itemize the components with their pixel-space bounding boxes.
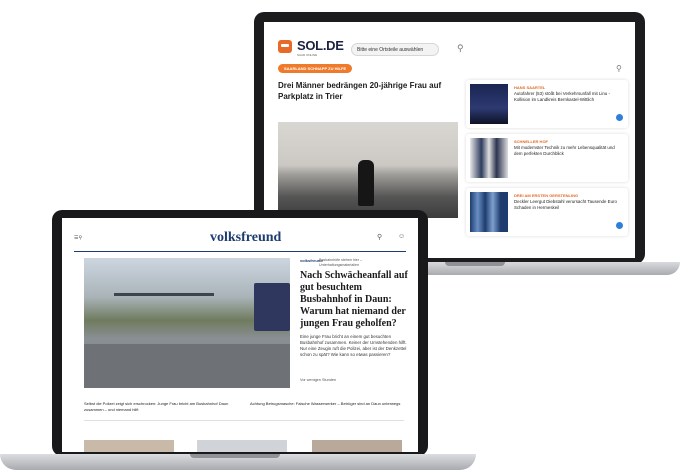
teaser-thumbnail[interactable] [197, 440, 287, 452]
sub-article-right[interactable]: Achtung Betrugsmasche: Falsche Wasserwer… [250, 401, 405, 407]
region-select[interactable]: Bitte eine Ortsteile auswählen [351, 43, 439, 56]
base-notch [190, 454, 280, 458]
location-pin-icon[interactable]: ⚲ [377, 233, 382, 241]
vf-kicker-sub: Busbahnhöfe stehen hier – Unterhaltungsm… [319, 258, 362, 267]
sol-headline[interactable]: Drei Männer bedrängen 20-jährige Frau au… [278, 80, 458, 102]
section-badge[interactable]: SAARLAND SCHNAPP ZU HILFE [278, 64, 353, 73]
vf-timestamp: Vor wenigen Stunden [300, 378, 337, 382]
teaser-thumbnail[interactable] [84, 440, 174, 452]
sol-hero-image[interactable] [278, 122, 458, 218]
road-area [84, 344, 290, 388]
card-arrow-icon[interactable] [616, 114, 623, 121]
walking-person-figure [358, 160, 374, 206]
card-thumbnail [470, 192, 508, 232]
vf-headline[interactable]: Nach Schwächeanfall auf gut besuchtem Bu… [300, 270, 416, 330]
card-kicker: HANS SAARTEL [514, 85, 546, 90]
card-text: Autofahrer (53) stößt bei Verkehrsunfall… [514, 91, 610, 102]
card-text: Mit modernster Technik zu mehr Lebensqua… [514, 145, 615, 156]
search-icon[interactable]: ⚲ [457, 43, 464, 54]
card-thumbnail [470, 138, 508, 178]
news-card[interactable]: HANS SAARTEL Autofahrer (53) stößt bei V… [466, 80, 628, 128]
news-card[interactable]: DREI AM ERSTEN GERSTENLING Deckler Leerg… [466, 188, 628, 236]
menu-search-icon[interactable]: ☰⚲ [74, 235, 82, 241]
page: { "sol": { "brand": "SOL.DE", "brand_sub… [0, 0, 680, 470]
card-arrow-icon[interactable] [616, 222, 623, 229]
card-kicker: DREI AM ERSTEN GERSTENLING [514, 193, 579, 198]
sol-brand[interactable]: SOL.DE [297, 38, 344, 53]
section-divider [84, 420, 404, 421]
user-icon[interactable]: ☺ [398, 233, 405, 240]
bus-figure [254, 283, 290, 331]
vf-brand[interactable]: volksfreund [210, 230, 281, 246]
sub-article-left[interactable]: Selbst die Polizei zeigt sich erschrocke… [84, 401, 239, 412]
news-card[interactable]: SCHNELLER HOF Mit modernster Technik zu … [466, 134, 628, 182]
vf-screen: ☰⚲ volksfreund ⚲ ☺ volksfreund Busbahnhö… [62, 218, 418, 452]
front-laptop-base [0, 454, 476, 470]
bus-shelter [114, 293, 214, 322]
sol-logo-icon[interactable] [278, 40, 292, 53]
front-laptop: ☰⚲ volksfreund ⚲ ☺ volksfreund Busbahnhö… [52, 210, 428, 456]
vf-teaser: Eine junge Frau bricht an einem gut besu… [300, 334, 407, 357]
base-notch [445, 262, 505, 266]
header-divider [74, 251, 406, 252]
sol-brand-sub: SAAR ONLINE [297, 53, 318, 57]
vf-hero-image[interactable] [84, 258, 290, 388]
card-kicker: SCHNELLER HOF [514, 139, 548, 144]
teaser-thumbnail[interactable] [312, 440, 402, 452]
card-text: Deckler Leergut Diebstahl verursacht Tau… [514, 199, 617, 210]
card-thumbnail [470, 84, 508, 124]
search-icon-secondary[interactable]: ⚲ [616, 64, 622, 73]
